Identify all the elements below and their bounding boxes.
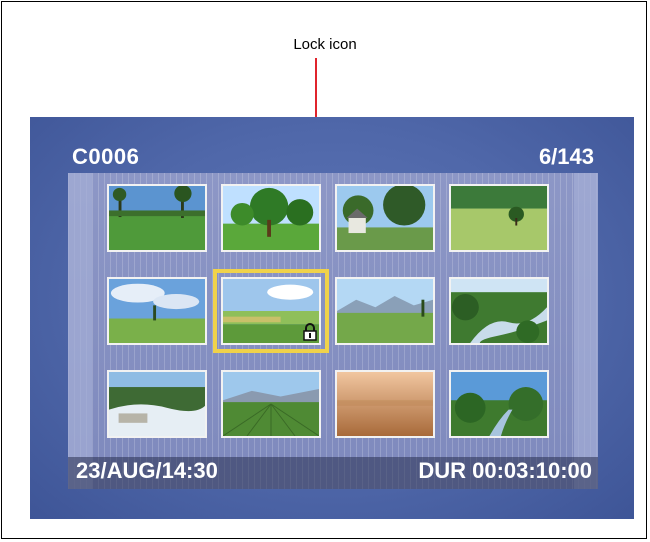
thumbnail-8[interactable] <box>449 277 549 345</box>
thumbnail-3[interactable] <box>335 184 435 252</box>
clip-count: 6/143 <box>538 144 594 169</box>
thumbnail-1[interactable] <box>107 184 207 252</box>
thumbnail-10[interactable] <box>221 370 321 438</box>
thumbnail-screen: C0006 6/143 23/AUG/14:30 DUR 00:03:10:00 <box>30 117 634 519</box>
thumbnail-11[interactable] <box>335 370 435 438</box>
lock-icon-callout-label: Lock icon <box>293 36 357 53</box>
thumbnail-12[interactable] <box>449 370 549 438</box>
thumbnail-4[interactable] <box>449 184 549 252</box>
thumbnail-9[interactable] <box>107 370 207 438</box>
duration-readout: DUR 00:03:10:00 <box>418 458 592 483</box>
thumbnail-5[interactable] <box>107 277 207 345</box>
date-time-readout: 23/AUG/14:30 <box>76 458 218 483</box>
thumbnail-2[interactable] <box>221 184 321 252</box>
thumbnail-7[interactable] <box>335 277 435 345</box>
clip-name: C0006 <box>72 144 140 169</box>
lock-icon <box>303 323 317 341</box>
thumbnail-6-selected[interactable] <box>213 269 329 353</box>
